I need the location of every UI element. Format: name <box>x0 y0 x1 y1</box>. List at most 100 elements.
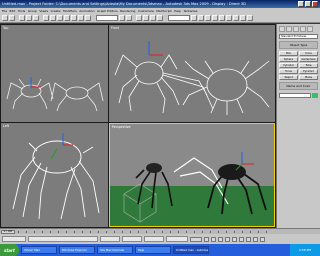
viewport-left[interactable]: Left <box>1 123 108 227</box>
menu-file[interactable]: File <box>2 9 7 13</box>
menu-modifiers[interactable]: Modifiers <box>63 9 77 13</box>
object-name-field[interactable] <box>279 93 311 98</box>
status-bar <box>0 234 320 244</box>
angle-snap-icon[interactable] <box>143 15 149 21</box>
x-coordinate-field[interactable] <box>100 236 120 242</box>
maxscript-listener-field[interactable] <box>2 236 26 242</box>
viewport-perspective[interactable]: Perspective <box>109 123 275 227</box>
menu-group[interactable]: Group <box>28 9 37 13</box>
hierarchy-tab-icon[interactable] <box>293 26 299 32</box>
render-production-icon[interactable] <box>247 15 253 21</box>
tube-button[interactable]: Tube <box>299 63 318 68</box>
status-prompt-field <box>28 236 98 242</box>
window-title: Untitled.max - Project Folder: C:\Docume… <box>2 2 246 6</box>
menu-create[interactable]: Create <box>51 9 61 13</box>
menu-views[interactable]: Views <box>39 9 48 13</box>
frame-ticks <box>18 231 273 233</box>
geosphere-button[interactable]: GeoSphere <box>299 57 318 62</box>
modify-tab-icon[interactable] <box>286 26 292 32</box>
menu-graph-editors[interactable]: Graph Editors <box>97 9 118 13</box>
pan-icon[interactable] <box>246 236 251 242</box>
menu-edit[interactable]: Edit <box>10 9 16 13</box>
percent-snap-icon[interactable] <box>150 15 156 21</box>
named-selection-dropdown[interactable] <box>168 15 190 21</box>
window-crossing-icon[interactable] <box>64 15 70 21</box>
minimize-button[interactable] <box>298 1 304 7</box>
viewport-front[interactable]: Front <box>109 25 275 122</box>
menu-maxscript[interactable]: MAXScript <box>156 9 171 13</box>
menu-customize[interactable]: Customize <box>138 9 154 13</box>
maximize-button[interactable] <box>305 1 311 7</box>
reference-coordinate-dropdown[interactable] <box>96 15 118 21</box>
material-editor-icon[interactable] <box>226 15 232 21</box>
taskbar-item[interactable]: Windows Explorer <box>58 246 95 254</box>
taskbar-item[interactable]: Help <box>134 246 171 254</box>
motion-tab-icon[interactable] <box>300 26 306 32</box>
render-setup-icon[interactable] <box>233 15 239 21</box>
select-rotate-icon[interactable] <box>78 15 84 21</box>
windows-taskbar: start Yahoo! Mail Windows Explorer 3ds M… <box>0 244 320 256</box>
menu-tools[interactable]: Tools <box>18 9 25 13</box>
torus-button[interactable]: Torus <box>279 69 298 74</box>
category-dropdown-value: Standard Primitives <box>281 35 307 38</box>
bind-space-warp-icon[interactable] <box>33 15 39 21</box>
box-button[interactable]: Box <box>279 51 298 56</box>
link-icon[interactable] <box>19 15 25 21</box>
teapot-button[interactable]: Teapot <box>279 75 298 80</box>
display-tab-icon[interactable] <box>307 26 313 32</box>
start-button[interactable]: start <box>0 244 19 256</box>
y-coordinate-field[interactable] <box>122 236 142 242</box>
cylinder-button[interactable]: Cylinder <box>279 63 298 68</box>
select-scale-icon[interactable] <box>85 15 91 21</box>
zoom-icon[interactable] <box>239 236 244 242</box>
selection-region-icon[interactable] <box>57 15 63 21</box>
menu-help[interactable]: Help <box>174 9 181 13</box>
z-coordinate-field[interactable] <box>144 236 164 242</box>
menu-rendering[interactable]: Rendering <box>120 9 135 13</box>
curve-editor-icon[interactable] <box>212 15 218 21</box>
cone-button[interactable]: Cone <box>299 51 318 56</box>
redo-icon[interactable] <box>9 15 15 21</box>
play-icon[interactable] <box>218 236 223 242</box>
viewport-top[interactable]: Top <box>1 25 108 122</box>
pyramid-button[interactable]: Pyramid <box>299 69 318 74</box>
rendered-frame-window-icon[interactable] <box>240 15 246 21</box>
grid-field <box>166 236 188 242</box>
create-tab-icon[interactable] <box>279 26 285 32</box>
select-by-name-icon[interactable] <box>50 15 56 21</box>
unlink-icon[interactable] <box>26 15 32 21</box>
align-icon[interactable] <box>198 15 204 21</box>
select-move-icon[interactable] <box>71 15 77 21</box>
toolbar-separator <box>133 15 135 21</box>
undo-icon[interactable] <box>2 15 8 21</box>
rollout-object-type[interactable]: Object Type <box>279 41 318 49</box>
close-button[interactable] <box>312 1 318 7</box>
title-bar: Untitled.max - Project Folder: C:\Docume… <box>0 0 320 8</box>
select-object-icon[interactable] <box>43 15 49 21</box>
go-to-end-icon[interactable] <box>232 236 237 242</box>
orbit-icon[interactable] <box>253 236 258 242</box>
next-frame-icon[interactable] <box>225 236 230 242</box>
go-to-start-icon[interactable] <box>204 236 209 242</box>
rollout-name-and-color[interactable]: Name and Color <box>279 82 318 90</box>
plane-button[interactable]: Plane <box>299 75 318 80</box>
spinner-snap-icon[interactable] <box>157 15 163 21</box>
category-dropdown[interactable]: Standard Primitives <box>279 34 318 39</box>
select-manipulate-icon[interactable] <box>126 15 132 21</box>
maximize-viewport-icon[interactable] <box>260 236 265 242</box>
object-color-swatch[interactable] <box>312 92 318 98</box>
menu-animation[interactable]: Animation <box>79 9 94 13</box>
auto-key-button[interactable] <box>190 236 202 242</box>
mirror-icon[interactable] <box>191 15 197 21</box>
menu-tentacles[interactable]: Tentacles <box>183 9 197 13</box>
taskbar-item-active[interactable]: Untitled.max - Autodesk 3... <box>172 246 209 254</box>
previous-frame-icon[interactable] <box>211 236 216 242</box>
taskbar-item[interactable]: 3ds Max tutorials <box>96 246 133 254</box>
pivot-center-icon[interactable] <box>119 15 125 21</box>
layer-manager-icon[interactable] <box>205 15 211 21</box>
taskbar-item[interactable]: Yahoo! Mail <box>20 246 57 254</box>
sphere-button[interactable]: Sphere <box>279 57 298 62</box>
schematic-view-icon[interactable] <box>219 15 225 21</box>
spider-left-view-wireframe <box>12 133 100 220</box>
snaps-toggle-icon[interactable] <box>136 15 142 21</box>
